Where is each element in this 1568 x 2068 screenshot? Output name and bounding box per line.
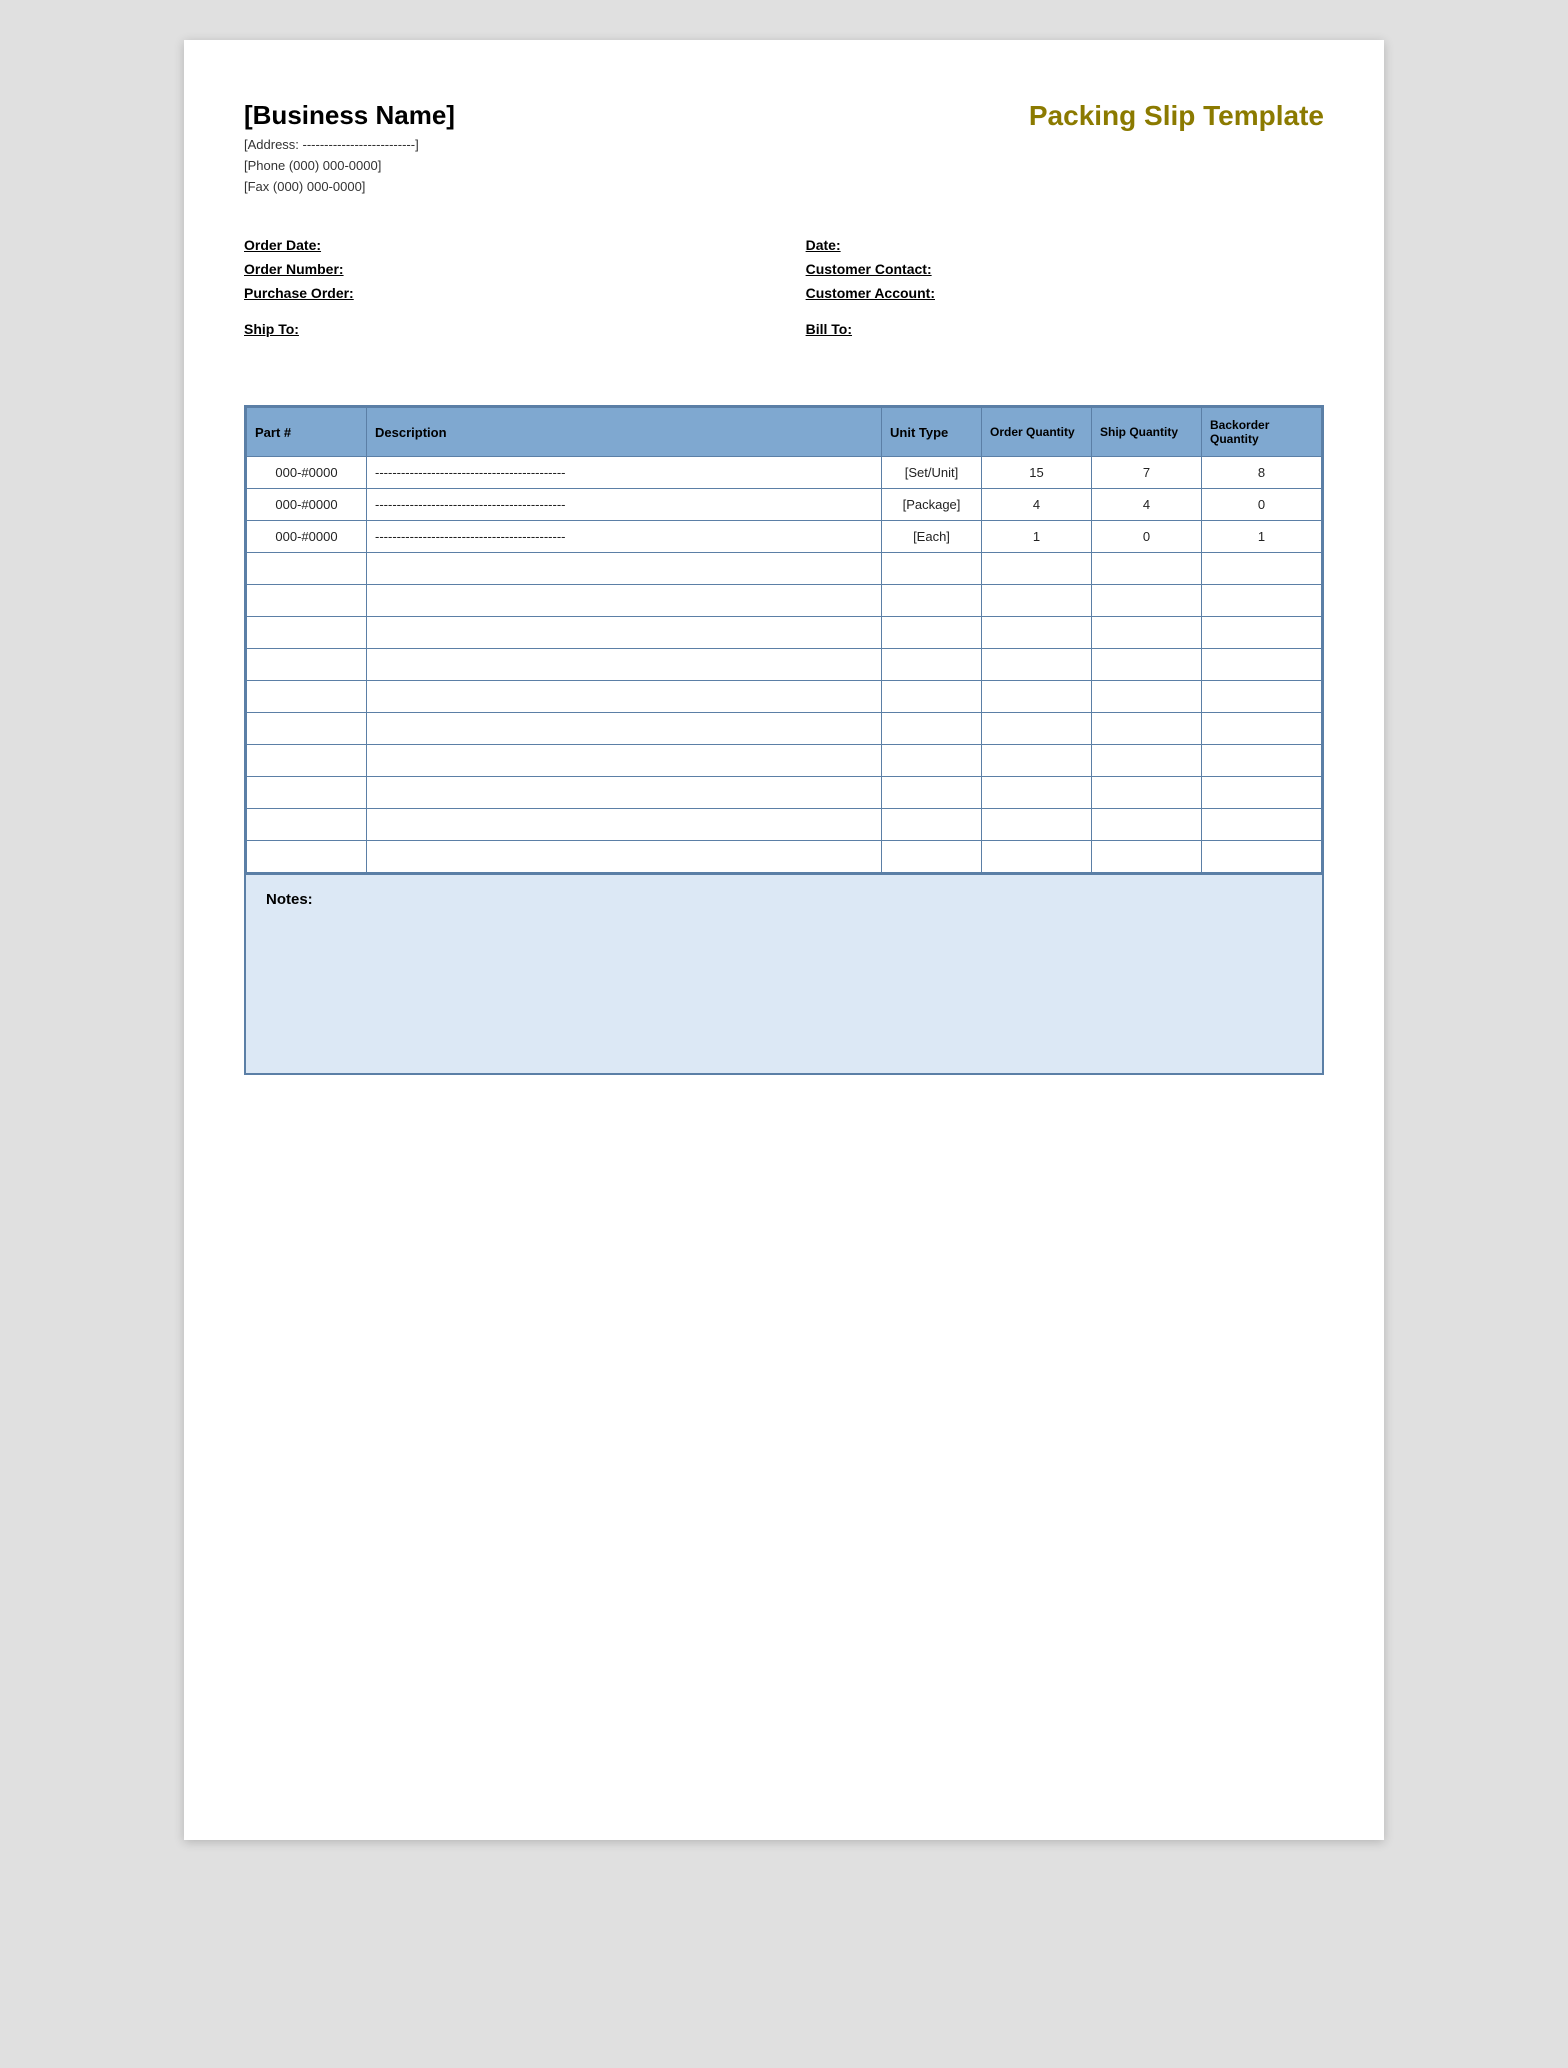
- order-number-row: Order Number:: [244, 261, 762, 277]
- col-header-order-qty: Order Quantity: [982, 408, 1092, 457]
- table-row: 000-#0000-------------------------------…: [247, 457, 1322, 489]
- business-phone: [Phone (000) 000-0000]: [244, 156, 455, 177]
- order-number-label: Order Number:: [244, 261, 344, 277]
- col-header-part: Part #: [247, 408, 367, 457]
- table-row: [247, 777, 1322, 809]
- notes-section: Notes:: [244, 875, 1324, 1075]
- table-row: [247, 585, 1322, 617]
- col-header-ship-qty: Ship Quantity: [1092, 408, 1202, 457]
- order-info: Order Date: Order Number: Purchase Order…: [244, 237, 1324, 345]
- business-name: [Business Name]: [244, 100, 455, 131]
- table-row: [247, 713, 1322, 745]
- customer-account-row: Customer Account:: [806, 285, 1324, 301]
- col-header-description: Description: [367, 408, 882, 457]
- packing-table-container: Part # Description Unit Type Order Quant…: [244, 405, 1324, 875]
- table-row: 000-#0000-------------------------------…: [247, 521, 1322, 553]
- header: [Business Name] [Address: --------------…: [244, 100, 1324, 197]
- business-info: [Business Name] [Address: --------------…: [244, 100, 455, 197]
- customer-contact-label: Customer Contact:: [806, 261, 932, 277]
- customer-account-label: Customer Account:: [806, 285, 935, 301]
- table-row: [247, 745, 1322, 777]
- order-left: Order Date: Order Number: Purchase Order…: [244, 237, 762, 345]
- table-row: [247, 649, 1322, 681]
- table-row: [247, 681, 1322, 713]
- date-label: Date:: [806, 237, 841, 253]
- col-header-backorder-qty: Backorder Quantity: [1202, 408, 1322, 457]
- ship-to-label: Ship To:: [244, 321, 299, 337]
- bill-to-row: Bill To:: [806, 321, 1324, 337]
- purchase-order-row: Purchase Order:: [244, 285, 762, 301]
- order-date-row: Order Date:: [244, 237, 762, 253]
- document-title: Packing Slip Template: [1029, 100, 1324, 132]
- customer-contact-row: Customer Contact:: [806, 261, 1324, 277]
- packing-table: Part # Description Unit Type Order Quant…: [246, 407, 1322, 873]
- purchase-order-label: Purchase Order:: [244, 285, 354, 301]
- bill-to-label: Bill To:: [806, 321, 852, 337]
- table-row: [247, 617, 1322, 649]
- order-right: Date: Customer Contact: Customer Account…: [806, 237, 1324, 345]
- order-date-label: Order Date:: [244, 237, 321, 253]
- table-row: [247, 841, 1322, 873]
- date-row: Date:: [806, 237, 1324, 253]
- table-row: 000-#0000-------------------------------…: [247, 489, 1322, 521]
- notes-label: Notes:: [266, 891, 313, 908]
- business-address: [Address: --------------------------]: [244, 135, 455, 156]
- table-row: [247, 809, 1322, 841]
- table-header-row: Part # Description Unit Type Order Quant…: [247, 408, 1322, 457]
- business-fax: [Fax (000) 000-0000]: [244, 177, 455, 198]
- table-row: [247, 553, 1322, 585]
- page: [Business Name] [Address: --------------…: [184, 40, 1384, 1840]
- ship-to-row: Ship To:: [244, 321, 762, 337]
- col-header-unit-type: Unit Type: [882, 408, 982, 457]
